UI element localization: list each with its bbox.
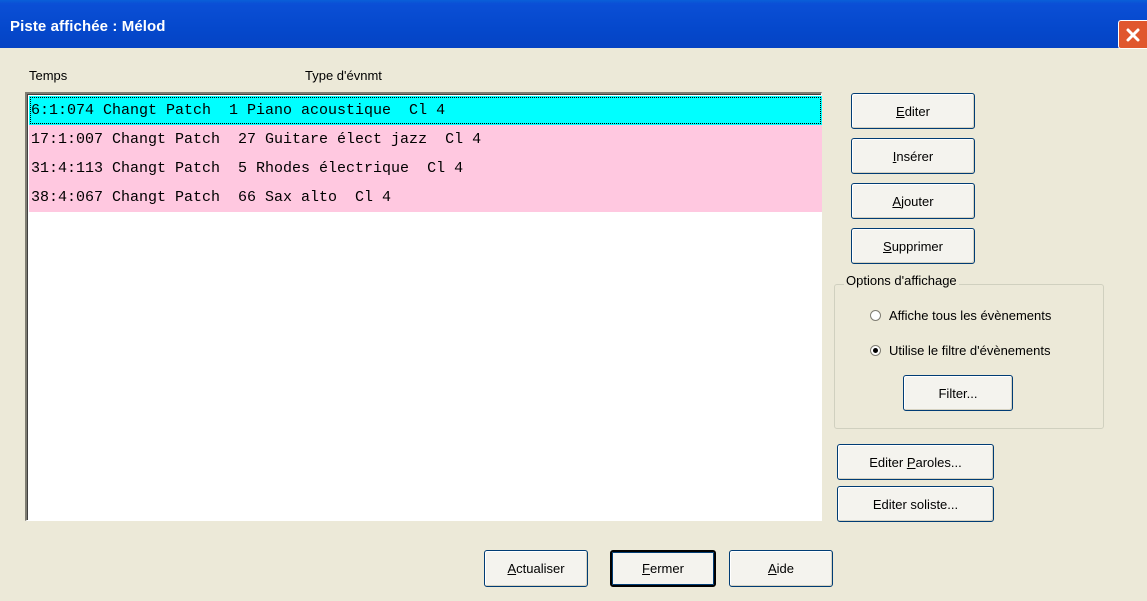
radio-show-all-icon[interactable] <box>870 310 881 321</box>
radio-use-filter[interactable]: Utilise le filtre d'évènements <box>870 343 1050 358</box>
help-button-label-rest: ide <box>776 561 795 576</box>
edit-soloist-button[interactable]: Editer soliste... <box>837 486 994 522</box>
column-header-time: Temps <box>29 68 68 83</box>
help-button-accesskey: A <box>767 561 777 576</box>
window-title: Piste affichée : Mélod <box>10 18 166 35</box>
close-dialog-button-accesskey: F <box>642 561 650 576</box>
list-item[interactable]: 6:1:074 Changt Patch 1 Piano acoustique … <box>29 96 822 125</box>
edit-lyrics-button-accesskey: P <box>906 454 916 470</box>
display-options-legend: Options d'affichage <box>844 273 959 288</box>
add-button-label-rest: jouter <box>901 193 934 209</box>
edit-button[interactable]: Editer <box>851 93 975 129</box>
add-button-accesskey: A <box>892 193 902 209</box>
help-button[interactable]: Aide <box>729 550 833 587</box>
delete-button[interactable]: Supprimer <box>851 228 975 264</box>
radio-show-all[interactable]: Affiche tous les évènements <box>870 308 1051 323</box>
list-item[interactable]: 38:4:067 Changt Patch 66 Sax alto Cl 4 <box>29 183 822 212</box>
delete-button-label-rest: upprimer <box>891 238 943 254</box>
radio-show-all-label: Affiche tous les évènements <box>889 308 1052 323</box>
edit-button-label-rest: diter <box>904 103 930 119</box>
close-dialog-button-label-rest: ermer <box>650 561 684 576</box>
close-button[interactable] <box>1118 20 1147 49</box>
refresh-button-label-rest: ctualiser <box>516 561 565 576</box>
refresh-button-accesskey: A <box>507 561 517 576</box>
radio-use-filter-label: Utilise le filtre d'évènements <box>889 343 1051 358</box>
radio-use-filter-icon[interactable] <box>870 345 881 356</box>
list-item[interactable]: 31:4:113 Changt Patch 5 Rhodes électriqu… <box>29 154 822 183</box>
column-header-event-type: Type d'évnmt <box>305 68 382 83</box>
edit-lyrics-button[interactable]: Editer Paroles... <box>837 444 994 480</box>
refresh-button[interactable]: Actualiser <box>484 550 588 587</box>
close-x-icon <box>1126 28 1140 42</box>
list-item[interactable]: 17:1:007 Changt Patch 27 Guitare élect j… <box>29 125 822 154</box>
edit-button-accesskey: E <box>896 103 905 119</box>
add-button[interactable]: Ajouter <box>851 183 975 219</box>
delete-button-accesskey: S <box>883 238 892 254</box>
edit-lyrics-button-label: Editer <box>869 454 907 470</box>
insert-button-label-rest: nsérer <box>896 148 934 164</box>
event-list[interactable]: 6:1:074 Changt Patch 1 Piano acoustique … <box>25 92 822 521</box>
title-bar: Piste affichée : Mélod <box>0 0 1147 49</box>
close-dialog-button[interactable]: Fermer <box>610 550 716 587</box>
filter-button[interactable]: Filter... <box>903 375 1013 411</box>
insert-button[interactable]: Insérer <box>851 138 975 174</box>
edit-lyrics-button-label-rest: aroles... <box>915 454 962 470</box>
